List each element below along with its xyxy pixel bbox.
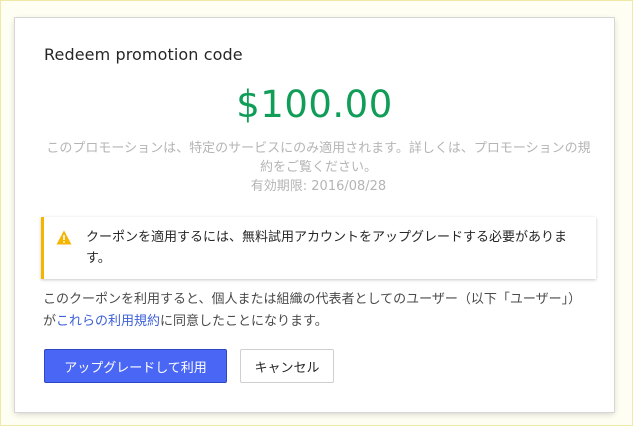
warning-text: クーポンを適用するには、無料試用アカウントをアップグレードする必要があります。 — [86, 230, 568, 266]
upgrade-warning-banner: クーポンを適用するには、無料試用アカウントをアップグレードする必要があります。 — [41, 217, 596, 279]
redeem-promotion-dialog: Redeem promotion code $100.00 このプロモーションは… — [15, 18, 614, 412]
promotion-description-text: このプロモーションは、特定のサービスにのみ適用されます。詳しくは、プロモーション… — [46, 141, 591, 175]
promotion-amount: $100.00 — [236, 83, 393, 126]
terms-text-after: に同意したことになります。 — [160, 314, 328, 329]
upgrade-and-redeem-button[interactable]: アップグレードして利用 — [44, 349, 227, 383]
warning-icon — [56, 230, 72, 245]
expiry-date: 有効期限: 2016/08/28 — [250, 179, 387, 194]
promotion-description: このプロモーションは、特定のサービスにのみ適用されます。詳しくは、プロモーション… — [43, 139, 594, 196]
terms-link[interactable]: これらの利用規約 — [56, 314, 160, 329]
cancel-button[interactable]: キャンセル — [240, 349, 334, 383]
terms-notice: このクーポンを利用すると、個人または組織の代表者としてのユーザー（以下「ユーザー… — [43, 289, 590, 333]
dialog-title: Redeem promotion code — [44, 45, 243, 64]
